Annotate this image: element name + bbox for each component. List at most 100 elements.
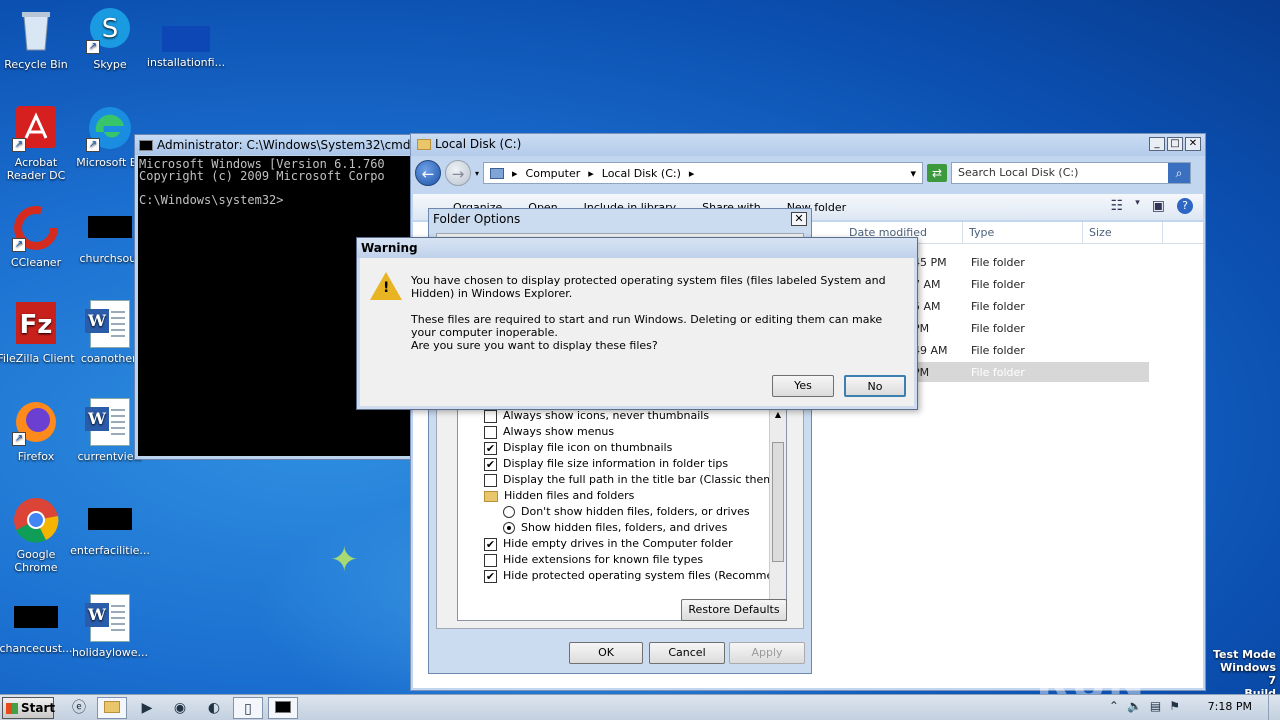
desktop-icon-chancecust[interactable]: chancecust... bbox=[0, 594, 76, 655]
preview-pane-icon[interactable]: ▣ bbox=[1152, 198, 1165, 214]
desktop-icon-holidaylowe[interactable]: W holidaylowe... bbox=[70, 594, 150, 659]
setting-hide-extensions[interactable]: Hide extensions for known file types bbox=[484, 552, 768, 568]
setting-dont-show-hidden[interactable]: Don't show hidden files, folders, or dri… bbox=[503, 504, 768, 520]
cancel-button[interactable]: Cancel bbox=[649, 642, 725, 664]
desktop-icon-firefox[interactable]: ↗ Firefox bbox=[0, 398, 76, 463]
setting-always-show-menus[interactable]: Always show menus bbox=[484, 424, 768, 440]
checkbox-checked[interactable]: ✔ bbox=[484, 457, 497, 471]
word-document-icon: W bbox=[85, 398, 130, 446]
scroll-thumb[interactable] bbox=[772, 442, 784, 562]
scroll-up-icon[interactable]: ▲ bbox=[772, 408, 784, 422]
warning-dialog[interactable]: Warning ! You have chosen to display pro… bbox=[356, 237, 918, 410]
desktop-icon-filezilla[interactable]: Fz FileZilla Client bbox=[0, 300, 76, 365]
search-placeholder: Search Local Disk (C:) bbox=[958, 166, 1079, 179]
media-player-icon[interactable]: ▶ bbox=[132, 697, 162, 719]
setting-always-show-icons[interactable]: Always show icons, never thumbnails bbox=[484, 408, 768, 424]
checkbox-checked[interactable]: ✔ bbox=[484, 537, 497, 551]
explorer-taskbar-icon[interactable] bbox=[97, 697, 127, 719]
row-type: File folder bbox=[971, 365, 1025, 379]
checkbox-checked[interactable]: ✔ bbox=[484, 569, 497, 583]
radio-button-selected[interactable] bbox=[503, 522, 515, 534]
view-dropdown-icon[interactable]: ▾ bbox=[1135, 198, 1140, 214]
table-row[interactable]: PM File folder bbox=[913, 318, 1149, 338]
setting-hide-empty-drives[interactable]: ✔ Hide empty drives in the Computer folde… bbox=[484, 536, 768, 552]
desktop-icon-ccleaner[interactable]: ↗ CCleaner bbox=[0, 204, 76, 269]
ok-button[interactable]: OK bbox=[569, 642, 643, 664]
tray-expand-icon[interactable]: ⌃ bbox=[1109, 699, 1119, 713]
column-type[interactable]: Type bbox=[963, 222, 1083, 243]
view-options-icon[interactable]: ☷ bbox=[1111, 198, 1124, 214]
table-row[interactable]: 5 AM File folder bbox=[913, 296, 1149, 316]
warning-paragraph: These files are required to start and ru… bbox=[411, 313, 883, 339]
desktop-icon-label: installationfi... bbox=[146, 56, 226, 69]
desktop-icon-acrobat[interactable]: ↗ Acrobat Reader DC bbox=[0, 104, 76, 182]
taskbar-clock[interactable]: 7:18 PM bbox=[1208, 700, 1252, 713]
checkbox[interactable] bbox=[484, 425, 497, 439]
back-button[interactable]: ← bbox=[415, 160, 441, 186]
shortcut-arrow-icon: ↗ bbox=[12, 238, 26, 252]
checkbox[interactable] bbox=[484, 409, 497, 423]
close-button[interactable]: ✕ bbox=[1185, 137, 1201, 151]
word-document-icon: W bbox=[85, 594, 130, 642]
setting-hide-protected-files[interactable]: ✔ Hide protected operating system files (… bbox=[484, 568, 786, 584]
breadcrumb-computer[interactable]: Computer bbox=[526, 167, 581, 180]
notepad-taskbar-icon[interactable]: ▯ bbox=[233, 697, 263, 719]
taskbar: Start ⓔ ▶ ◉ ◐ ▯ ⌃ 🔈 ▤ ⚑ 7:18 PM bbox=[0, 694, 1280, 720]
desktop-icon-chrome[interactable]: Google Chrome bbox=[0, 496, 76, 574]
forward-button[interactable]: → bbox=[445, 160, 471, 186]
restore-defaults-button[interactable]: Restore Defaults bbox=[681, 599, 787, 621]
breadcrumb-local-disk[interactable]: Local Disk (C:) bbox=[602, 167, 681, 180]
setting-full-path-title[interactable]: Display the full path in the title bar (… bbox=[484, 472, 786, 488]
radio-button[interactable] bbox=[503, 506, 515, 518]
watermark-line: Windows 7 bbox=[1220, 661, 1276, 687]
no-button[interactable]: No bbox=[844, 375, 906, 397]
desktop-icon-installationfile[interactable]: installationfi... bbox=[146, 6, 226, 69]
cmd-titlebar[interactable]: Administrator: C:\Windows\System32\cmd.e bbox=[135, 135, 415, 155]
row-type: File folder bbox=[971, 299, 1025, 313]
help-icon[interactable]: ? bbox=[1177, 198, 1193, 214]
column-size[interactable]: Size bbox=[1083, 222, 1163, 243]
desktop-icon-recycle-bin[interactable]: Recycle Bin bbox=[0, 6, 76, 71]
setting-show-hidden[interactable]: Show hidden files, folders, and drives bbox=[503, 520, 768, 536]
svg-text:Fz: Fz bbox=[20, 310, 53, 340]
start-button[interactable]: Start bbox=[2, 697, 55, 719]
volume-icon[interactable]: 🔈 bbox=[1127, 699, 1142, 713]
search-input[interactable]: Search Local Disk (C:) ⌕ bbox=[951, 162, 1192, 184]
edge-taskbar-icon[interactable]: ◐ bbox=[199, 697, 229, 719]
yes-button[interactable]: Yes bbox=[772, 375, 834, 397]
setting-file-size-info[interactable]: ✔ Display file size information in folder… bbox=[484, 456, 768, 472]
table-row[interactable]: 45 PM File folder bbox=[913, 252, 1149, 272]
row-date: PM bbox=[913, 365, 930, 379]
cmd-taskbar-icon[interactable] bbox=[268, 697, 298, 719]
maximize-button[interactable]: □ bbox=[1167, 137, 1183, 151]
checkbox-checked[interactable]: ✔ bbox=[484, 441, 497, 455]
checkbox[interactable] bbox=[484, 553, 497, 567]
address-dropdown-icon[interactable]: ▾ bbox=[910, 167, 916, 180]
advanced-settings-list[interactable]: Always show icons, never thumbnails Alwa… bbox=[457, 407, 787, 621]
show-desktop-button[interactable] bbox=[1268, 695, 1280, 720]
checkbox[interactable] bbox=[484, 473, 497, 487]
nav-dropdown-icon[interactable]: ▾ bbox=[475, 169, 479, 178]
search-icon[interactable]: ⌕ bbox=[1168, 163, 1191, 183]
apply-button: Apply bbox=[729, 642, 805, 664]
minimize-button[interactable]: _ bbox=[1149, 137, 1165, 151]
desktop-icon-enterfacilitie[interactable]: enterfacilitie... bbox=[70, 496, 150, 557]
desktop-icon-skype[interactable]: S ↗ Skype bbox=[70, 6, 150, 71]
close-button[interactable]: ✕ bbox=[791, 212, 807, 226]
address-breadcrumb[interactable]: ▸ Computer ▸ Local Disk (C:) ▸ ▾ bbox=[483, 162, 924, 184]
explorer-titlebar[interactable]: Local Disk (C:) bbox=[411, 134, 1205, 156]
folder-options-titlebar[interactable]: Folder Options bbox=[429, 209, 811, 231]
cmd-prompt: C:\Windows\system32> bbox=[139, 193, 284, 207]
table-row-selected[interactable]: PM File folder bbox=[913, 362, 1149, 382]
setting-file-icon-thumbnails[interactable]: ✔ Display file icon on thumbnails bbox=[484, 440, 768, 456]
chrome-taskbar-icon[interactable]: ◉ bbox=[165, 697, 195, 719]
action-center-flag-icon[interactable]: ⚑ bbox=[1169, 699, 1180, 713]
ie-icon[interactable]: ⓔ bbox=[64, 697, 94, 719]
refresh-button[interactable]: ⇄ bbox=[927, 164, 948, 182]
list-scrollbar[interactable]: ▲ ▼ bbox=[769, 408, 786, 620]
table-row[interactable]: 49 AM File folder bbox=[913, 340, 1149, 360]
warning-titlebar[interactable]: Warning bbox=[357, 238, 917, 258]
network-icon[interactable]: ▤ bbox=[1150, 699, 1161, 713]
table-row[interactable]: 7 AM File folder bbox=[913, 274, 1149, 294]
desktop-icon-label: FileZilla Client bbox=[0, 352, 75, 365]
